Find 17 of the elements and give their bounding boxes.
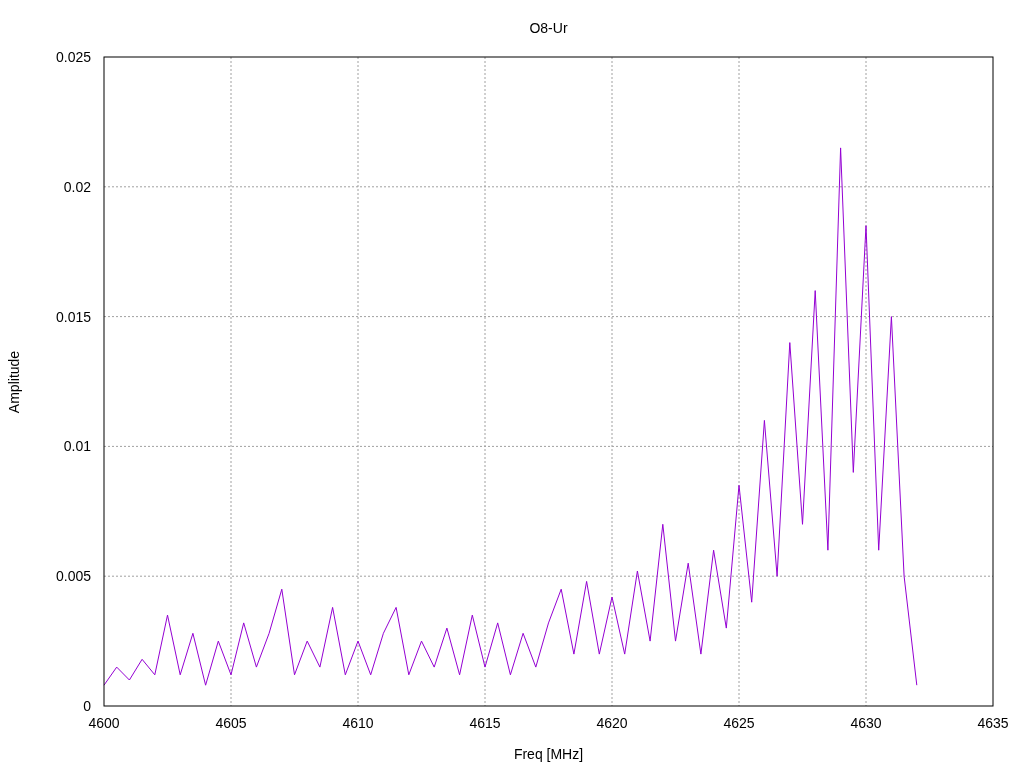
- chart-title: O8-Ur: [529, 20, 568, 36]
- y-tick-label: 0.01: [63, 438, 91, 455]
- y-tick-label: 0.025: [55, 49, 91, 65]
- y-axis-label: Amplitude: [6, 350, 22, 414]
- x-axis-label: Freq [MHz]: [513, 746, 584, 762]
- x-tick-label: 4625: [723, 715, 755, 731]
- x-tick-label: 4615: [469, 715, 501, 731]
- y-tick-label: 0.005: [55, 568, 91, 585]
- y-tick-label: 0.015: [55, 308, 91, 325]
- y-tick-label: 0.02: [63, 178, 91, 195]
- x-tick-label: 4605: [215, 715, 247, 731]
- x-tick-label: 4635: [977, 715, 1009, 731]
- x-tick-label: 4610: [342, 715, 374, 731]
- x-tick-label: 4620: [596, 715, 628, 731]
- x-tick-label: 4630: [850, 715, 882, 731]
- x-tick-label: 4600: [88, 715, 120, 731]
- y-tick-label: 0: [83, 698, 91, 714]
